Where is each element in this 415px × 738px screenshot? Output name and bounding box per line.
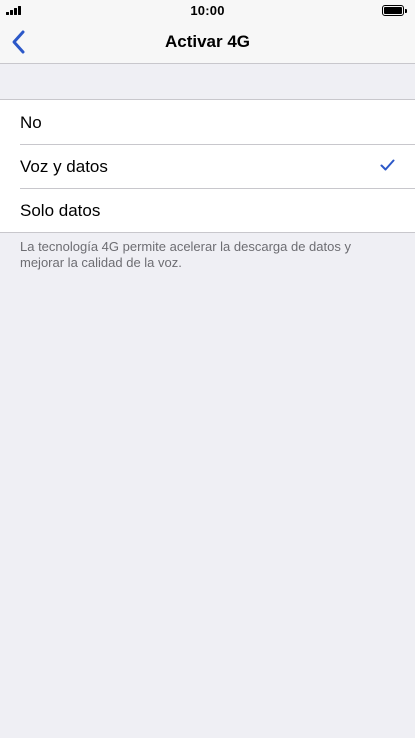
- option-no[interactable]: No: [0, 100, 415, 144]
- options-list: No Voz y datos Solo datos: [0, 99, 415, 233]
- checkmark-icon: [380, 159, 395, 171]
- footnote-text: La tecnología 4G permite acelerar la des…: [20, 239, 351, 270]
- option-voz-y-datos[interactable]: Voz y datos: [0, 144, 415, 188]
- option-label: No: [20, 113, 42, 132]
- status-bar: 10:00: [0, 0, 415, 20]
- option-label: Voz y datos: [20, 157, 108, 176]
- navigation-bar: Activar 4G: [0, 20, 415, 64]
- status-time: 10:00: [190, 3, 225, 18]
- option-solo-datos[interactable]: Solo datos: [0, 188, 415, 232]
- battery-full-icon: [382, 5, 407, 16]
- option-label: Solo datos: [20, 201, 101, 220]
- page-title: Activar 4G: [164, 32, 251, 51]
